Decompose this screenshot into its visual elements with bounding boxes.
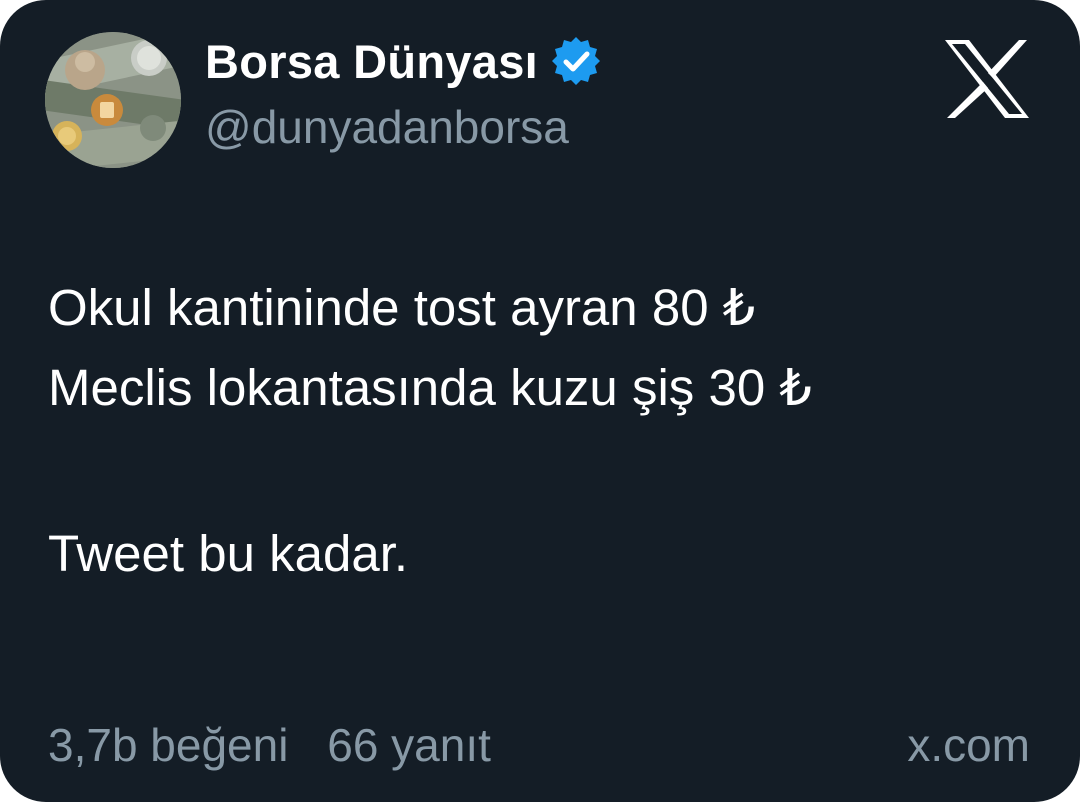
- avatar[interactable]: [45, 32, 181, 168]
- replies-count[interactable]: 66 yanıt: [327, 719, 491, 771]
- tweet-line: Tweet bu kadar.: [48, 525, 409, 582]
- tweet-card: Borsa Dünyası @dunyadanborsa Okul kantin…: [0, 0, 1080, 802]
- tweet-stats: 3,7b beğeni 66 yanıt: [48, 718, 517, 772]
- tweet-text: Okul kantininde tost ayran 80 ₺ Meclis l…: [48, 268, 1048, 594]
- likes-count[interactable]: 3,7b beğeni: [48, 719, 288, 771]
- handle[interactable]: @dunyadanborsa: [205, 100, 569, 154]
- source-link[interactable]: x.com: [907, 718, 1030, 772]
- tweet-line: Meclis lokantasında kuzu şiş 30 ₺: [48, 359, 812, 416]
- tweet-line: Okul kantininde tost ayran 80 ₺: [48, 279, 756, 336]
- display-name[interactable]: Borsa Dünyası: [205, 34, 538, 89]
- avatar-image: [45, 32, 181, 168]
- display-name-row: Borsa Dünyası: [205, 30, 602, 92]
- verified-badge-icon: [550, 35, 602, 87]
- x-logo-icon[interactable]: [943, 38, 1031, 120]
